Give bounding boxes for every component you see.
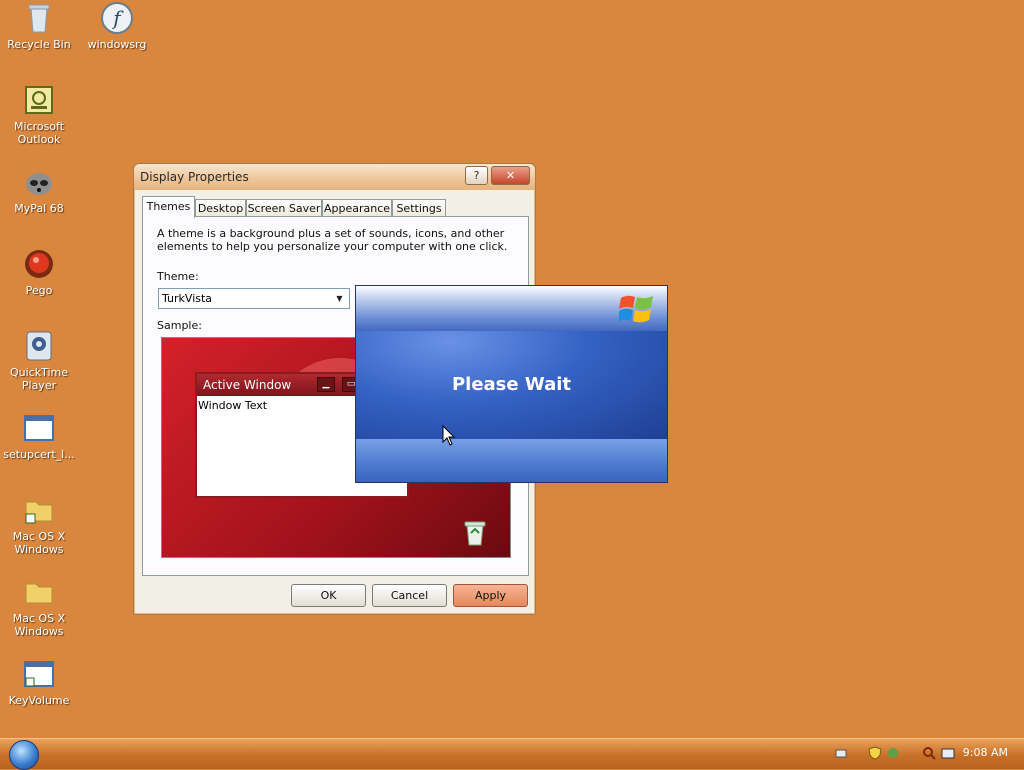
theme-label: Theme: [157,270,199,283]
recycle-bin-icon [23,2,55,34]
folder-shortcut-icon [23,494,55,526]
pego-icon [23,248,55,280]
cancel-button[interactable]: Cancel [372,584,447,607]
please-wait-dialog: Please Wait [355,285,668,483]
folder-icon [23,576,55,608]
desktop-icon-label: setupcert_l... [3,448,75,461]
recycle-bin-icon [462,519,488,547]
ok-button[interactable]: OK [291,584,366,607]
windows-logo-icon [618,292,655,326]
shield-icon[interactable] [868,745,882,760]
please-wait-message: Please Wait [451,374,572,395]
search-icon[interactable] [922,745,936,760]
network-icon[interactable] [834,745,848,759]
chevron-down-icon[interactable]: ▼ [332,291,347,306]
volume-icon[interactable] [941,745,955,759]
desktop-icon-label: Mac OS X Windows [12,612,66,638]
flash-icon: f [101,2,133,34]
splash-bottom-band [356,439,667,482]
window-icon [23,412,55,444]
desktop-icon-label: QuickTime Player [9,366,69,392]
minimize-icon: ▁ [317,377,335,392]
start-button[interactable] [9,740,39,770]
desktop-icon-label: Pego [25,284,53,297]
outlook-icon [23,84,55,116]
raccoon-icon [23,166,55,198]
desktop-icon-label: MyPal 68 [14,202,64,215]
desktop-icon-label: KeyVolume [8,694,70,707]
tab-themes[interactable]: Themes [142,196,195,218]
tab-screen-saver[interactable]: Screen Saver [246,199,322,217]
desktop-icon-pego[interactable]: Pego [0,248,78,297]
sample-window-title: Active Window [203,378,292,392]
quicktime-icon [23,330,55,362]
title-bar[interactable]: Display Properties ? ✕ [134,164,535,190]
tab-settings[interactable]: Settings [392,199,446,217]
desktop-icon-label: Mac OS X Windows [12,530,66,556]
close-button[interactable]: ✕ [491,166,530,185]
desktop-icon-keyvolume[interactable]: KeyVolume [0,658,78,707]
window-shortcut-icon [23,658,55,690]
apply-button[interactable]: Apply [453,584,528,607]
tray-app-icon[interactable] [886,745,900,759]
theme-select[interactable]: TurkVista ▼ [158,288,350,309]
taskbar-clock[interactable]: 9:08 AM [963,746,1008,759]
mouse-cursor-icon [442,424,456,447]
desktop-icon-label: Microsoft Outlook [13,120,65,146]
desktop-icon-macosx-2[interactable]: Mac OS X Windows [0,576,78,638]
desktop-icon-outlook[interactable]: Microsoft Outlook [0,84,78,146]
desktop-icon-mypal[interactable]: MyPal 68 [0,166,78,215]
desktop-icon-recycle-bin[interactable]: Recycle Bin [0,2,78,51]
desktop-icon-label: windowsrg [87,38,147,51]
window-title: Display Properties [140,170,249,184]
sample-label: Sample: [157,319,202,332]
desktop-icon-setupcert[interactable]: setupcert_l... [0,412,78,461]
theme-select-value: TurkVista [162,292,213,305]
desktop-icon-macosx-1[interactable]: Mac OS X Windows [0,494,78,556]
tab-appearance[interactable]: Appearance [322,199,392,217]
desktop-icon-windowsrg[interactable]: f windowsrg [78,2,156,51]
desktop-icon-label: Recycle Bin [7,38,71,51]
tab-desktop[interactable]: Desktop [195,199,246,217]
desktop-icon-quicktime[interactable]: QuickTime Player [0,330,78,392]
help-button[interactable]: ? [465,166,488,185]
theme-description: A theme is a background plus a set of so… [157,227,508,253]
